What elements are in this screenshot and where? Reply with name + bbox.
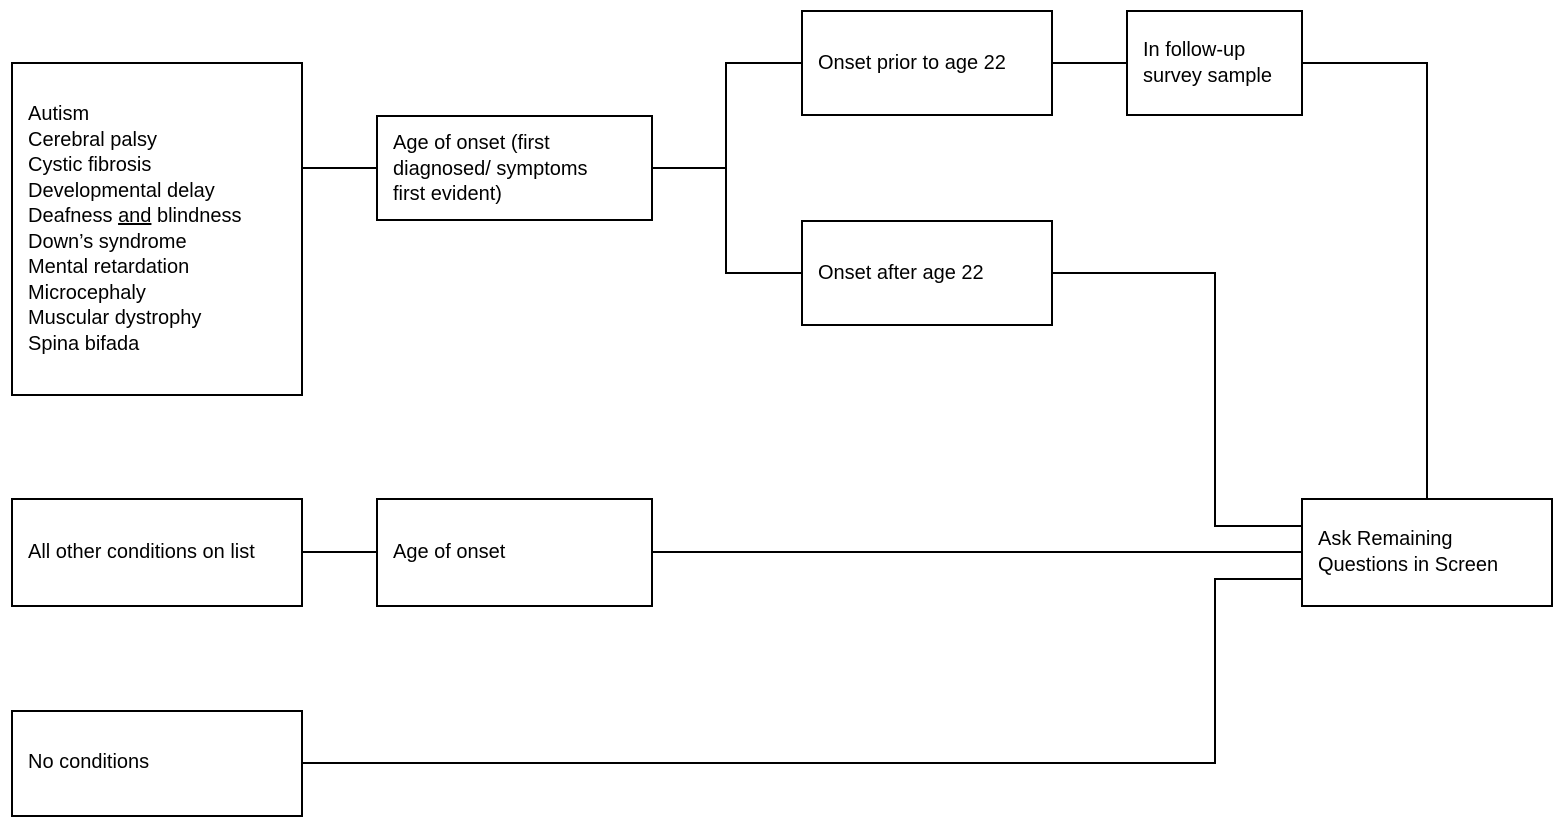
box-text-line: diagnosed/ symptoms xyxy=(393,157,588,180)
condition-item: Microcephaly xyxy=(28,281,146,304)
no-conditions-box: No conditions xyxy=(11,710,303,817)
box-label: All other conditions on list xyxy=(28,541,255,563)
connector-none-up xyxy=(1214,578,1216,764)
box-text-line: survey sample xyxy=(1143,64,1272,87)
box-text-line: first evident) xyxy=(393,183,502,205)
connector-branch-to-prior xyxy=(725,62,802,64)
box-label: Onset prior to age 22 xyxy=(818,52,1006,74)
connector-age-to-branch xyxy=(652,167,727,169)
connector-after-down xyxy=(1214,272,1216,527)
onset-prior-box: Onset prior to age 22 xyxy=(801,10,1053,116)
condition-item: Down’s syndrome xyxy=(28,230,187,253)
age-of-onset-detailed-box: Age of onset (first diagnosed/ symptoms … xyxy=(376,115,653,221)
connector-branch-vertical xyxy=(725,62,727,274)
box-text-line: Questions in Screen xyxy=(1318,553,1499,576)
onset-after-box: Onset after age 22 xyxy=(801,220,1053,326)
other-conditions-box: All other conditions on list xyxy=(11,498,303,607)
condition-item: Cystic fibrosis xyxy=(28,154,152,176)
conditions-list-box: Autism Cerebral palsy Cystic fibrosis De… xyxy=(11,62,303,396)
connector-other-to-age xyxy=(302,551,377,553)
condition-item: Developmental delay xyxy=(28,179,215,202)
condition-item: Autism xyxy=(28,103,90,125)
condition-item: Mental retardation xyxy=(28,256,190,278)
age-of-onset-simple-box: Age of onset xyxy=(376,498,653,607)
connector-conditions-to-age xyxy=(302,167,377,169)
connector-none-to-ask xyxy=(1214,578,1302,580)
box-label: No conditions xyxy=(28,751,150,773)
connector-age-to-ask xyxy=(652,551,1302,553)
box-label: Onset after age 22 xyxy=(818,262,984,284)
box-label: Age of onset xyxy=(393,541,506,563)
connector-branch-to-after xyxy=(725,272,802,274)
follow-up-sample-box: In follow-up survey sample xyxy=(1126,10,1303,116)
box-text-line: In follow-up xyxy=(1143,39,1246,61)
connector-after-to-ask xyxy=(1214,525,1302,527)
connector-prior-to-followup xyxy=(1052,62,1127,64)
connector-followup-right xyxy=(1302,62,1428,64)
condition-item: Deafness and blindness xyxy=(28,205,242,227)
condition-item: Spina bifada xyxy=(28,332,140,355)
box-text-line: Age of onset (first xyxy=(393,132,550,154)
box-text-line: Ask Remaining xyxy=(1318,528,1453,550)
connector-after-right xyxy=(1052,272,1216,274)
connector-none-right xyxy=(302,762,1216,764)
condition-item: Muscular dystrophy xyxy=(28,307,202,329)
ask-remaining-questions-box: Ask Remaining Questions in Screen xyxy=(1301,498,1553,607)
condition-item: Cerebral palsy xyxy=(28,128,157,151)
connector-followup-down xyxy=(1426,62,1428,499)
